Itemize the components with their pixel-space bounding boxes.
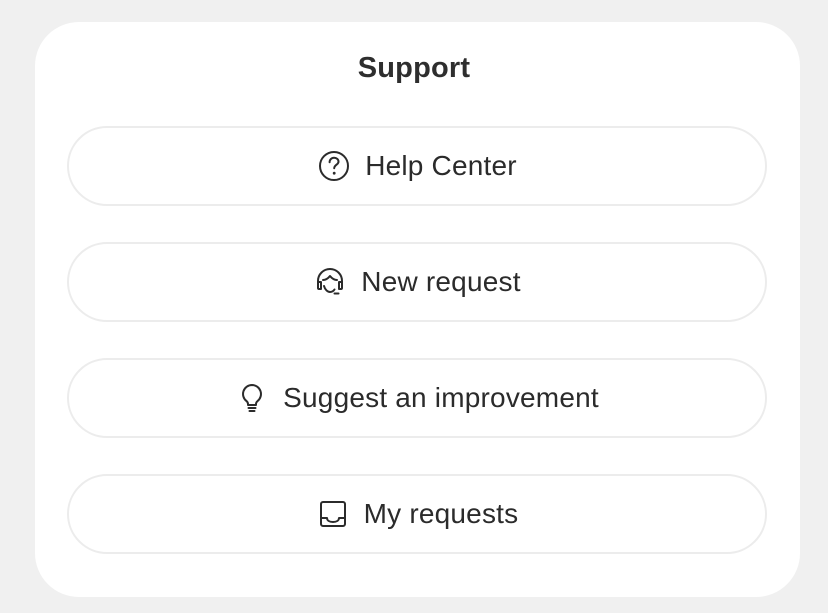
page: Support Help Center New request Suggest … — [0, 0, 828, 613]
new-request-label: New request — [361, 266, 521, 297]
my-requests-button[interactable]: My requests — [67, 474, 767, 554]
lightbulb-icon — [235, 381, 269, 415]
help-center-label: Help Center — [365, 150, 517, 181]
help-circle-icon — [317, 149, 351, 183]
support-agent-icon — [313, 265, 347, 299]
help-center-button[interactable]: Help Center — [67, 126, 767, 206]
my-requests-label: My requests — [363, 498, 519, 529]
panel-title: Support — [357, 52, 471, 84]
new-request-button[interactable]: New request — [67, 242, 767, 322]
suggest-improvement-label: Suggest an improvement — [283, 382, 599, 413]
suggest-improvement-button[interactable]: Suggest an improvement — [67, 358, 767, 438]
inbox-tray-icon — [316, 497, 350, 531]
